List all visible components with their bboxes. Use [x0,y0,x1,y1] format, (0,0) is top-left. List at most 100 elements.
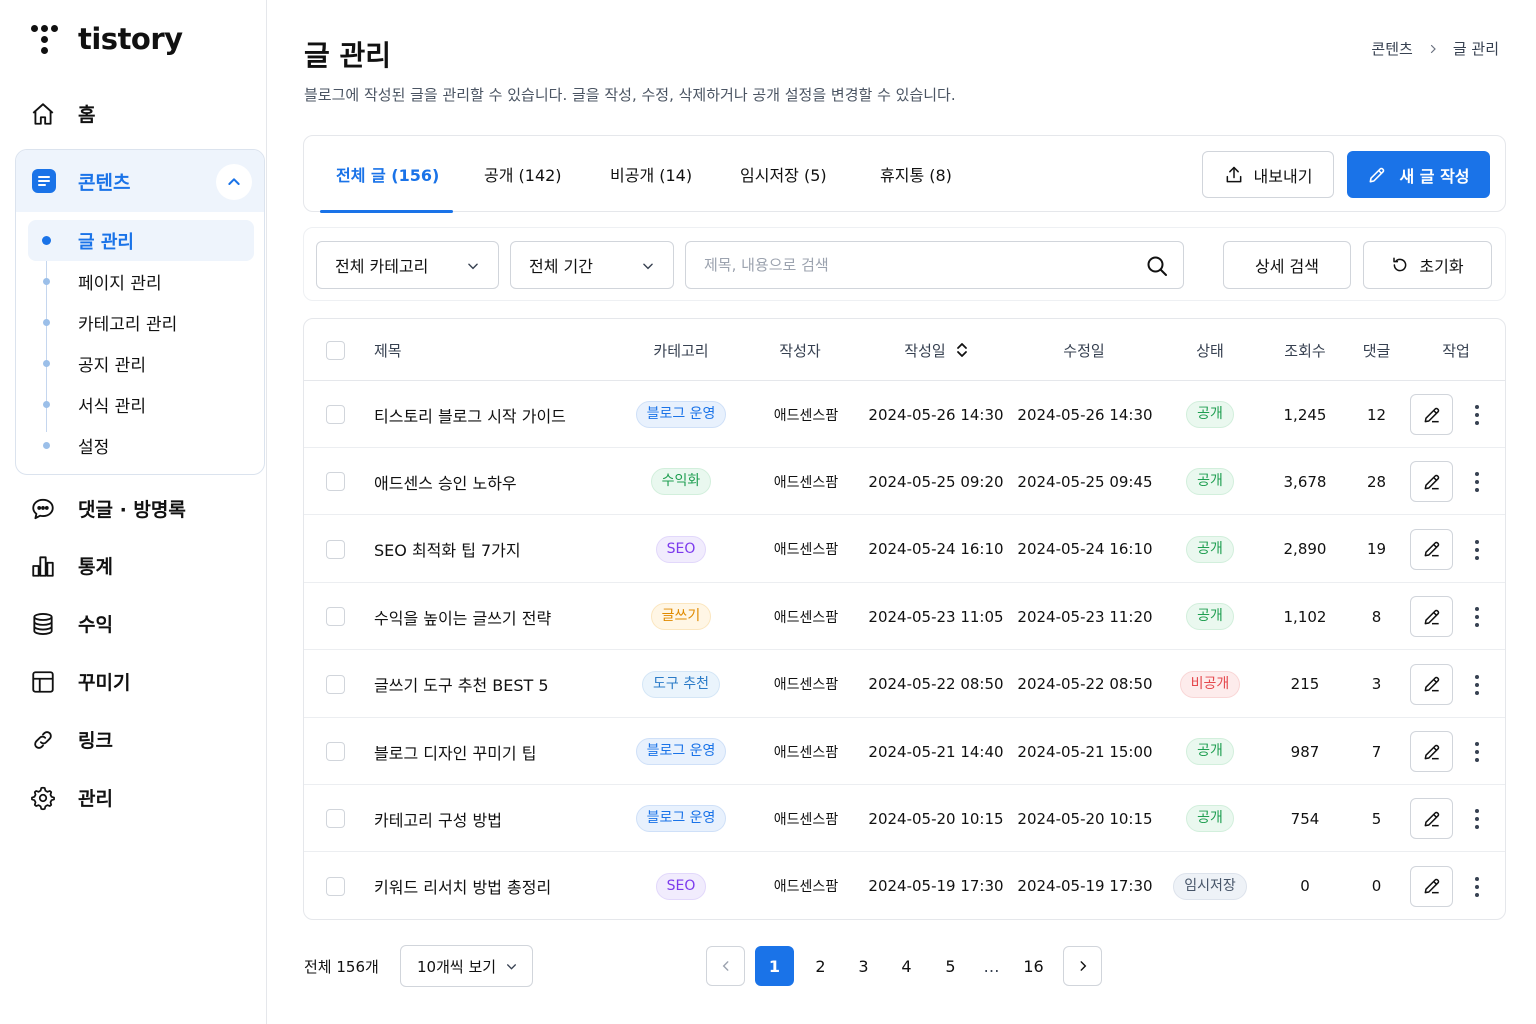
edit-button[interactable] [1410,798,1453,840]
more-options-icon[interactable] [1468,536,1486,564]
chevron-down-icon [643,263,653,270]
collapse-button[interactable] [216,164,252,200]
next-page-button[interactable] [1063,946,1102,986]
table-row[interactable]: 티스토리 블로그 시작 가이드 블로그 운영 애드센스팜 2024-05-26 14:… [304,381,1505,448]
table-row[interactable]: SEO 최적화 팁 7가지 SEO 애드센스팜 2024-05-24 16:10 202… [304,516,1505,583]
nav-links[interactable]: 링크 [30,726,113,753]
post-title[interactable]: 블로그 디자인 꾸미기 팁 [374,718,536,785]
post-title[interactable]: 글쓰기 도구 추천 BEST 5 [374,651,549,718]
row-checkbox[interactable] [326,472,345,492]
row-select-cell [326,516,345,583]
row-checkbox[interactable] [326,674,345,694]
submenu-notice-management[interactable]: 공지 관리 [28,343,254,384]
row-checkbox[interactable] [326,876,345,896]
select-all-checkbox[interactable] [326,340,345,360]
nav-revenue[interactable]: 수익 [30,610,113,637]
search-input[interactable] [686,242,1126,288]
tistory-logo[interactable]: tistory [30,22,183,56]
nav-comments[interactable]: 댓글 · 방명록 [30,495,186,522]
post-title[interactable]: 키워드 리서치 방법 총정리 [374,853,551,919]
more-options-icon[interactable] [1468,603,1486,631]
more-options-icon[interactable] [1468,401,1486,429]
category-cell: 블로그 운영 [622,718,740,785]
nav-admin[interactable]: 관리 [30,784,113,811]
column-actions: 작업 [1442,341,1470,360]
more-options-icon[interactable] [1468,468,1486,496]
page-button[interactable]: 2 [801,946,840,986]
edit-button[interactable] [1410,394,1453,435]
table-row[interactable]: 카테고리 구성 방법 블로그 운영 애드센스팜 2024-05-20 10:15 202… [304,785,1505,853]
period-select[interactable]: 전체 기간 [510,241,674,289]
edit-button[interactable] [1410,865,1453,907]
post-title[interactable]: 수익을 높이는 글쓰기 전략 [374,583,551,650]
modified-date: 2024-05-20 10:15 [1017,809,1153,828]
breadcrumb-contents[interactable]: 콘텐츠 [1371,38,1412,59]
table-row[interactable]: 수익을 높이는 글쓰기 전략 글쓰기 애드센스팜 2024-05-23 11:05 20… [304,583,1505,651]
more-options-icon[interactable] [1468,671,1486,699]
link-icon [34,730,52,749]
edit-button[interactable] [1410,596,1453,638]
row-checkbox[interactable] [326,809,345,829]
nav-customize[interactable]: 꾸미기 [30,668,130,695]
pencil-icon [1424,676,1439,692]
comments-count: 8 [1371,607,1382,626]
category-badge: 도구 추천 [642,670,720,698]
page-button[interactable]: 4 [887,946,926,986]
row-checkbox[interactable] [326,539,345,559]
row-select-cell [326,718,345,785]
edit-button[interactable] [1410,461,1453,503]
home-icon [32,102,54,125]
row-checkbox[interactable] [326,607,345,627]
post-title[interactable]: 애드센스 승인 노하우 [374,448,517,515]
table-row[interactable]: 애드센스 승인 노하우 수익화 애드센스팜 2024-05-25 09:20 2024-… [304,448,1505,516]
chevron-down-icon [468,263,478,270]
category-select[interactable]: 전체 카테고리 [316,241,499,289]
tab-public[interactable]: 공개 (142) [484,136,562,212]
page-size-select[interactable]: 10개씩 보기 [400,945,533,987]
new-post-button[interactable]: 새 글 작성 [1347,151,1490,198]
submenu-settings[interactable]: 설정 [28,425,254,466]
submenu-label: 글 관리 [78,231,134,253]
edit-button[interactable] [1410,731,1453,772]
submenu-template-management[interactable]: 서식 관리 [28,384,254,425]
column-title: 제목 [374,341,402,360]
more-options-icon[interactable] [1468,738,1486,766]
post-title[interactable]: 티스토리 블로그 시작 가이드 [374,381,566,448]
submenu-post-management[interactable]: 글 관리 [28,220,254,261]
page-button[interactable]: 5 [931,946,970,986]
column-views: 조회수 [1284,341,1326,360]
table-row[interactable]: 키워드 리서치 방법 총정리 SEO 애드센스팜 2024-05-19 17:30 20… [304,853,1505,919]
page-button[interactable]: 1 [755,946,794,986]
advanced-search-button[interactable]: 상세 검색 [1223,241,1351,289]
export-button[interactable]: 내보내기 [1202,151,1334,198]
table-row[interactable]: 글쓰기 도구 추천 BEST 5 도구 추천 애드센스팜 2024-05-22 08:… [304,651,1505,718]
nav-comments-label: 댓글 · 방명록 [78,499,186,521]
edit-button[interactable] [1410,663,1453,705]
nav-home[interactable]: 홈 [30,100,95,127]
row-checkbox[interactable] [326,405,345,424]
author-cell: 애드센스팜 [773,811,839,828]
submenu-category-management[interactable]: 카테고리 관리 [28,302,254,343]
edit-button[interactable] [1410,528,1453,570]
nav-statistics[interactable]: 통계 [30,552,113,579]
column-created-sort[interactable]: 작성일 [866,319,1006,381]
submenu-page-management[interactable]: 페이지 관리 [28,261,254,302]
submenu-dot [43,319,50,326]
page-button[interactable]: 3 [844,946,883,986]
contents-menu-toggle[interactable]: 콘텐츠 [16,150,264,212]
prev-page-button[interactable] [706,946,745,986]
tab-private[interactable]: 비공개 (14) [610,136,692,212]
post-title[interactable]: 카테고리 구성 방법 [374,785,502,852]
post-title[interactable]: SEO 최적화 팁 7가지 [374,516,521,583]
search-icon[interactable] [1145,254,1169,278]
more-options-icon[interactable] [1468,805,1486,833]
reset-button[interactable]: 초기화 [1363,241,1492,289]
tab-all[interactable]: 전체 글 (156) [319,136,454,213]
table-row[interactable]: 블로그 디자인 꾸미기 팁 블로그 운영 애드센스팜 2024-05-21 14:40… [304,718,1505,785]
more-options-icon[interactable] [1468,873,1486,901]
tab-trash[interactable]: 휴지통 (8) [880,136,952,212]
status-badge: 공개 [1186,401,1234,428]
page-button[interactable]: 16 [1014,946,1053,986]
tab-drafts[interactable]: 임시저장 (5) [740,136,827,212]
row-checkbox[interactable] [326,742,345,761]
